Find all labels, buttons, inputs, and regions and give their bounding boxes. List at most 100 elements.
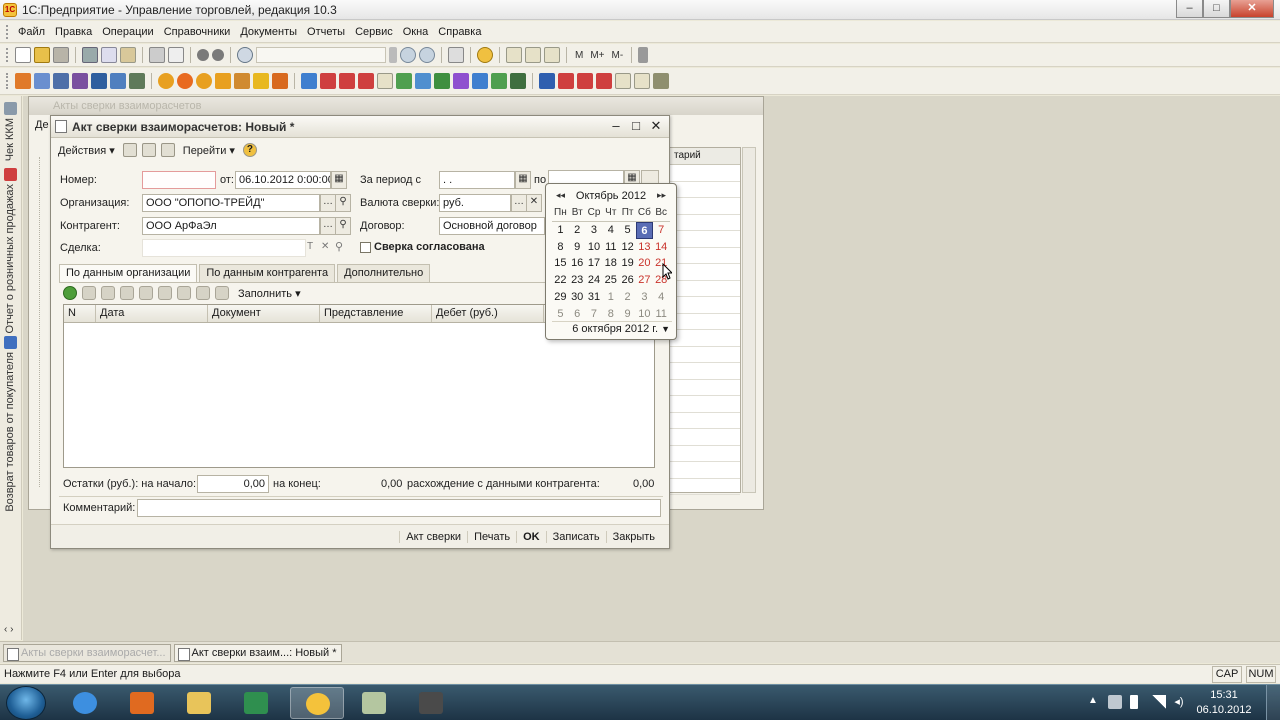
deal-clear-icon[interactable]: ✕ xyxy=(321,241,329,252)
agreed-checkbox[interactable] xyxy=(360,242,371,253)
taskbar-app5[interactable] xyxy=(347,687,401,719)
tray-app-icon[interactable] xyxy=(1108,695,1122,709)
date-field[interactable]: 06.10.2012 0:00:00 xyxy=(235,171,331,189)
left-panel-item-return[interactable]: Возврат товаров от покупателя xyxy=(4,352,18,512)
balance-start-field[interactable]: 0,00 xyxy=(197,475,269,493)
menu-edit[interactable]: Правка xyxy=(50,26,97,38)
memory-m-button[interactable]: M xyxy=(573,50,585,61)
volume-icon[interactable]: ◂) xyxy=(1172,695,1186,709)
calendar-day[interactable]: 2 xyxy=(569,222,586,239)
calendar-day[interactable]: 29 xyxy=(552,289,569,306)
memory-minus-button[interactable]: M- xyxy=(610,50,626,61)
calendar-day[interactable]: 5 xyxy=(619,222,636,239)
structure-icon[interactable] xyxy=(141,143,156,157)
prev-month-icon[interactable]: ◂◂ xyxy=(556,190,565,201)
counterparty-select-button[interactable]: … xyxy=(320,217,336,235)
payment-icon[interactable] xyxy=(196,73,212,89)
comment-field[interactable] xyxy=(137,499,661,517)
background-table[interactable]: тарий xyxy=(669,147,741,495)
sales-icon[interactable] xyxy=(34,73,50,89)
return-icon[interactable] xyxy=(272,73,288,89)
tab-organization-data[interactable]: По данным организации xyxy=(59,264,198,282)
calendar-day[interactable]: 2 xyxy=(619,289,636,306)
battery-icon[interactable] xyxy=(1130,695,1138,709)
menu-help[interactable]: Справка xyxy=(433,26,486,38)
close-doc-button[interactable]: Закрыть xyxy=(605,530,661,543)
window-tab-document[interactable]: Акт сверки взаим...: Новый * xyxy=(173,643,342,662)
doc-red-icon[interactable] xyxy=(320,73,336,89)
calendar-day[interactable]: 31 xyxy=(586,289,603,306)
calendar-day[interactable]: 6 xyxy=(636,221,653,239)
calendar-day[interactable]: 27 xyxy=(636,272,653,289)
print-icon[interactable] xyxy=(149,47,165,63)
transfer-icon[interactable] xyxy=(396,73,412,89)
menu-service[interactable]: Сервис xyxy=(350,26,398,38)
cut-icon[interactable] xyxy=(82,47,98,63)
copy-row-icon[interactable] xyxy=(82,286,96,300)
calendar-day[interactable]: 1 xyxy=(602,289,619,306)
move-icon[interactable] xyxy=(415,73,431,89)
deal-field[interactable] xyxy=(142,239,306,257)
fill-menu-button[interactable]: Заполнить ▾ xyxy=(238,287,301,300)
date-calendar-button[interactable]: ▦ xyxy=(331,171,347,189)
taskbar-excel[interactable] xyxy=(229,687,283,719)
organization-select-button[interactable]: … xyxy=(320,194,336,212)
new-icon[interactable] xyxy=(15,47,31,63)
column-header-representation[interactable]: Представление xyxy=(320,305,432,322)
actions-menu-button[interactable]: Действия ▾ xyxy=(55,143,118,158)
move-down-icon[interactable] xyxy=(177,286,191,300)
background-column-header[interactable]: тарий xyxy=(670,148,740,165)
stock-icon[interactable] xyxy=(72,73,88,89)
doc-icon[interactable] xyxy=(301,73,317,89)
redo-icon[interactable] xyxy=(212,49,224,61)
taskbar-app6[interactable] xyxy=(404,687,458,719)
table-doc-icon[interactable] xyxy=(510,73,526,89)
minimize-button[interactable]: ‒ xyxy=(1176,0,1203,18)
calendar-day[interactable]: 18 xyxy=(602,255,619,272)
save-icon[interactable] xyxy=(53,47,69,63)
search-icon[interactable] xyxy=(237,47,253,63)
tray-expand-icon[interactable]: ▲ xyxy=(1086,695,1100,709)
calendar-day[interactable]: 7 xyxy=(653,222,670,239)
period-from-calendar-button[interactable]: ▦ xyxy=(515,171,531,189)
tab-counterparty-data[interactable]: По данным контрагента xyxy=(199,264,336,282)
journal2-icon[interactable] xyxy=(634,73,650,89)
menu-windows[interactable]: Окна xyxy=(398,26,434,38)
refresh-icon[interactable] xyxy=(160,143,175,157)
toolbar-grip[interactable] xyxy=(6,48,9,62)
window-tab-list[interactable]: Акты сверки взаиморасчет... xyxy=(3,643,171,662)
doc-close-button[interactable]: ✕ xyxy=(649,118,663,134)
purchases-icon[interactable] xyxy=(53,73,69,89)
purple-doc-icon[interactable] xyxy=(453,73,469,89)
windows-icon[interactable] xyxy=(448,47,464,63)
calendar-day[interactable]: 9 xyxy=(569,239,586,256)
search-dropdown-icon[interactable] xyxy=(389,47,397,63)
doc-maximize-button[interactable]: □ xyxy=(629,118,643,134)
calendar-day[interactable]: 15 xyxy=(552,255,569,272)
calendar-day[interactable]: 16 xyxy=(569,255,586,272)
print-button[interactable]: Печать xyxy=(467,530,516,543)
calendar-day[interactable]: 17 xyxy=(586,255,603,272)
move-up-icon[interactable] xyxy=(158,286,172,300)
paste-icon[interactable] xyxy=(120,47,136,63)
doc-minimize-button[interactable]: ‒ xyxy=(609,118,623,134)
taskbar-media[interactable] xyxy=(115,687,169,719)
taskbar-clock[interactable]: 15:31 06.10.2012 xyxy=(1194,688,1254,718)
order-icon[interactable] xyxy=(158,73,174,89)
reconciliation-act-button[interactable]: Акт сверки xyxy=(399,530,467,543)
open-icon[interactable] xyxy=(34,47,50,63)
column-header-date[interactable]: Дата xyxy=(96,305,208,322)
close-button[interactable]: ✕ xyxy=(1230,0,1274,18)
menu-reports[interactable]: Отчеты xyxy=(302,26,350,38)
invoice-icon[interactable] xyxy=(177,73,193,89)
edit-row-icon[interactable] xyxy=(101,286,115,300)
show-desktop-button[interactable] xyxy=(1266,685,1280,720)
notepad-icon[interactable] xyxy=(544,47,560,63)
find-next-icon[interactable] xyxy=(400,47,416,63)
calendar-icon[interactable] xyxy=(525,47,541,63)
calendar-day[interactable]: 30 xyxy=(569,289,586,306)
employees-icon[interactable] xyxy=(110,73,126,89)
left-panel-item-receipt[interactable]: Чек ККМ xyxy=(4,118,18,161)
menu-documents[interactable]: Документы xyxy=(235,26,302,38)
calendar-day[interactable]: 13 xyxy=(636,239,653,256)
